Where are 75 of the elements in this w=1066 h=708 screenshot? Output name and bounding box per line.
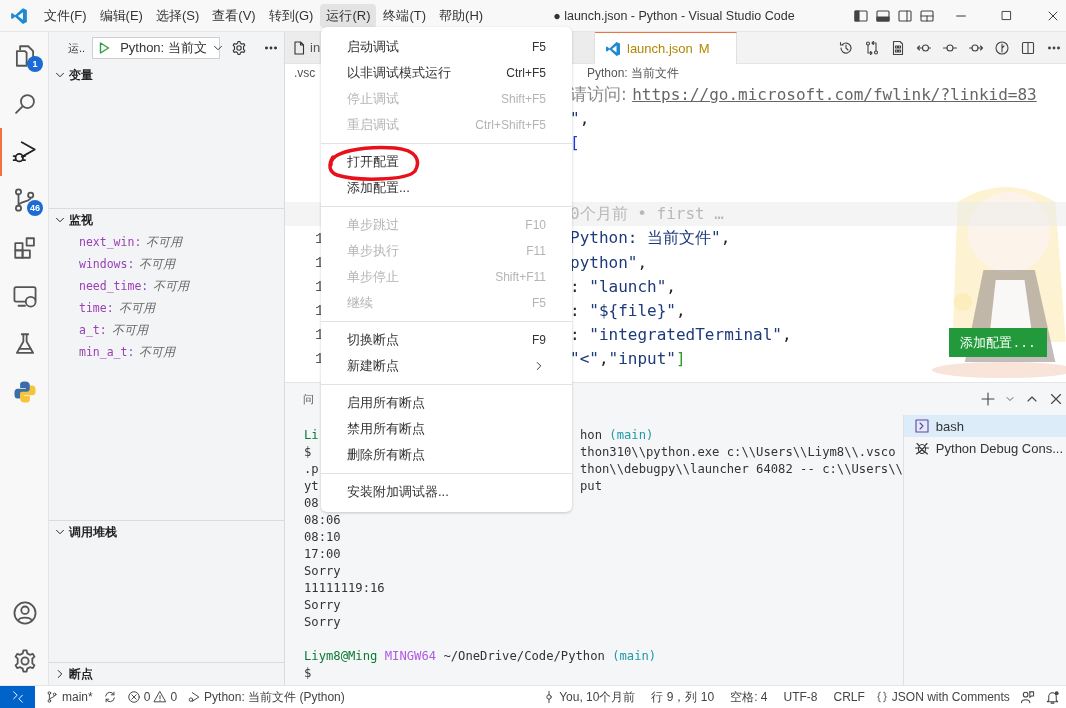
terminal-list-item[interactable]: Python Debug Cons... (903, 437, 1066, 459)
terminal-text: Sorry (304, 564, 341, 578)
menu-item[interactable]: 以非调试模式运行 Ctrl+F5 (321, 60, 572, 86)
code-line: ", (570, 108, 590, 128)
menu-item[interactable]: 删除所有断点 (321, 442, 572, 468)
window-title: ● launch.json - Python - Visual Studio Code (553, 8, 795, 23)
section-header[interactable]: 变量 (49, 64, 284, 86)
problems-status[interactable]: 0 0 (126, 690, 178, 704)
terminal-text: Li (304, 428, 319, 442)
terminal-text: Sorry (304, 615, 341, 629)
watch-expression[interactable]: time: 不可用 (49, 297, 284, 319)
menu-item[interactable]: 添加配置... (321, 175, 572, 201)
terminal-text: .p (304, 462, 319, 476)
menu-bar-item[interactable]: 帮助(H) (433, 3, 490, 28)
code-line: : "launch", (570, 276, 676, 296)
section-header[interactable]: 断点 (49, 663, 284, 685)
activity-bar-item[interactable]: 46 (0, 176, 48, 224)
watch-expression[interactable]: a_t: 不可用 (49, 319, 284, 341)
breadcrumb-item[interactable]: .vsc (294, 66, 316, 80)
terminal-text: hon (main) (580, 428, 654, 444)
menu-bar-item[interactable]: 转到(G) (262, 3, 320, 28)
status-item[interactable]: CRLF (833, 690, 865, 704)
menu-item[interactable]: 新建断点 (321, 353, 572, 379)
count-badge: 1 (27, 56, 43, 72)
code-line: [ (570, 132, 580, 152)
terminal-text: 11111119:16 (304, 581, 385, 595)
terminal-list-item[interactable]: bash (903, 415, 1066, 437)
debug-status[interactable]: Python: 当前文件 (Python) (187, 688, 345, 706)
debug-configuration-select[interactable]: Python: 当前文 (92, 37, 221, 59)
terminal-text: thon310\\python.exe c:\\Users\\Liym8\\.vsco (580, 445, 896, 461)
menu-item[interactable]: 启用所有断点 (321, 390, 572, 416)
terminal-text: Sorry (304, 598, 341, 612)
status-item[interactable]: 空格: 4 (730, 688, 768, 706)
terminal-text: put (580, 479, 602, 495)
menu-item[interactable]: 安装附加调试器... (321, 479, 572, 505)
menu-item[interactable]: 启动调试 F5 (321, 34, 572, 60)
terminal-text: yt (304, 479, 319, 493)
menu-bar-item[interactable]: 文件(F) (38, 3, 93, 28)
section-header[interactable]: 监视 (49, 209, 284, 231)
terminal-text: thon\\debugpy\\launcher 64082 -- c:\\Users\\ (580, 462, 903, 478)
watch-expression[interactable]: next_win: 不可用 (49, 231, 284, 253)
menu-item[interactable]: 禁用所有断点 (321, 416, 572, 442)
status-item[interactable]: 行 9，列 10 (651, 688, 715, 706)
code-line: Python: 当前文件", (570, 227, 731, 249)
count-badge: 46 (27, 200, 43, 216)
terminal-text: $ (304, 666, 312, 680)
section-header[interactable]: 调用堆栈 (49, 521, 284, 543)
code-line: : "${file}", (570, 300, 686, 320)
menu-item[interactable]: 切换断点 F9 (321, 327, 572, 353)
status-item[interactable]: UTF-8 (783, 690, 818, 704)
terminal-text: $ (304, 445, 312, 459)
panel-tab[interactable]: 问 (303, 391, 314, 407)
language-status[interactable]: JSON with Comments (874, 690, 1010, 704)
terminal-text: 08:10 (304, 530, 341, 544)
sidebar-title: 运.. (68, 40, 86, 56)
menu-bar-item[interactable]: 选择(S) (149, 3, 206, 28)
menu-bar-item[interactable]: 查看(V) (206, 3, 262, 28)
menu-bar-item[interactable]: 终端(T) (377, 3, 433, 28)
branch-status[interactable]: main* (45, 690, 93, 704)
watch-expression[interactable]: need_time: 不可用 (49, 275, 284, 297)
activity-bar-item[interactable]: 1 (0, 32, 48, 80)
terminal-text: Liym8@Ming MINGW64 ~/OneDrive/Code/Python (main) (304, 649, 657, 663)
code-line: "<","input"] (570, 348, 686, 368)
terminal-text: 17:00 (304, 547, 341, 561)
add-configuration-button[interactable]: 添加配置... (949, 328, 1047, 357)
code-line: : "integratedTerminal", (570, 324, 792, 344)
menu-bar-item[interactable]: 运行(R) (320, 3, 377, 28)
terminal-text: 08 (304, 496, 319, 510)
watch-expression[interactable]: min_a_t: 不可用 (49, 341, 284, 363)
menu-bar-item[interactable]: 编辑(E) (93, 3, 149, 28)
watch-expression[interactable]: windows: 不可用 (49, 253, 284, 275)
blame-status[interactable]: You, 10个月前 (542, 688, 636, 706)
breadcrumb-item[interactable]: Python: 当前文件 (587, 64, 680, 82)
terminal-text: 08:06 (304, 513, 341, 527)
menu-item[interactable]: 打开配置 (321, 149, 572, 175)
